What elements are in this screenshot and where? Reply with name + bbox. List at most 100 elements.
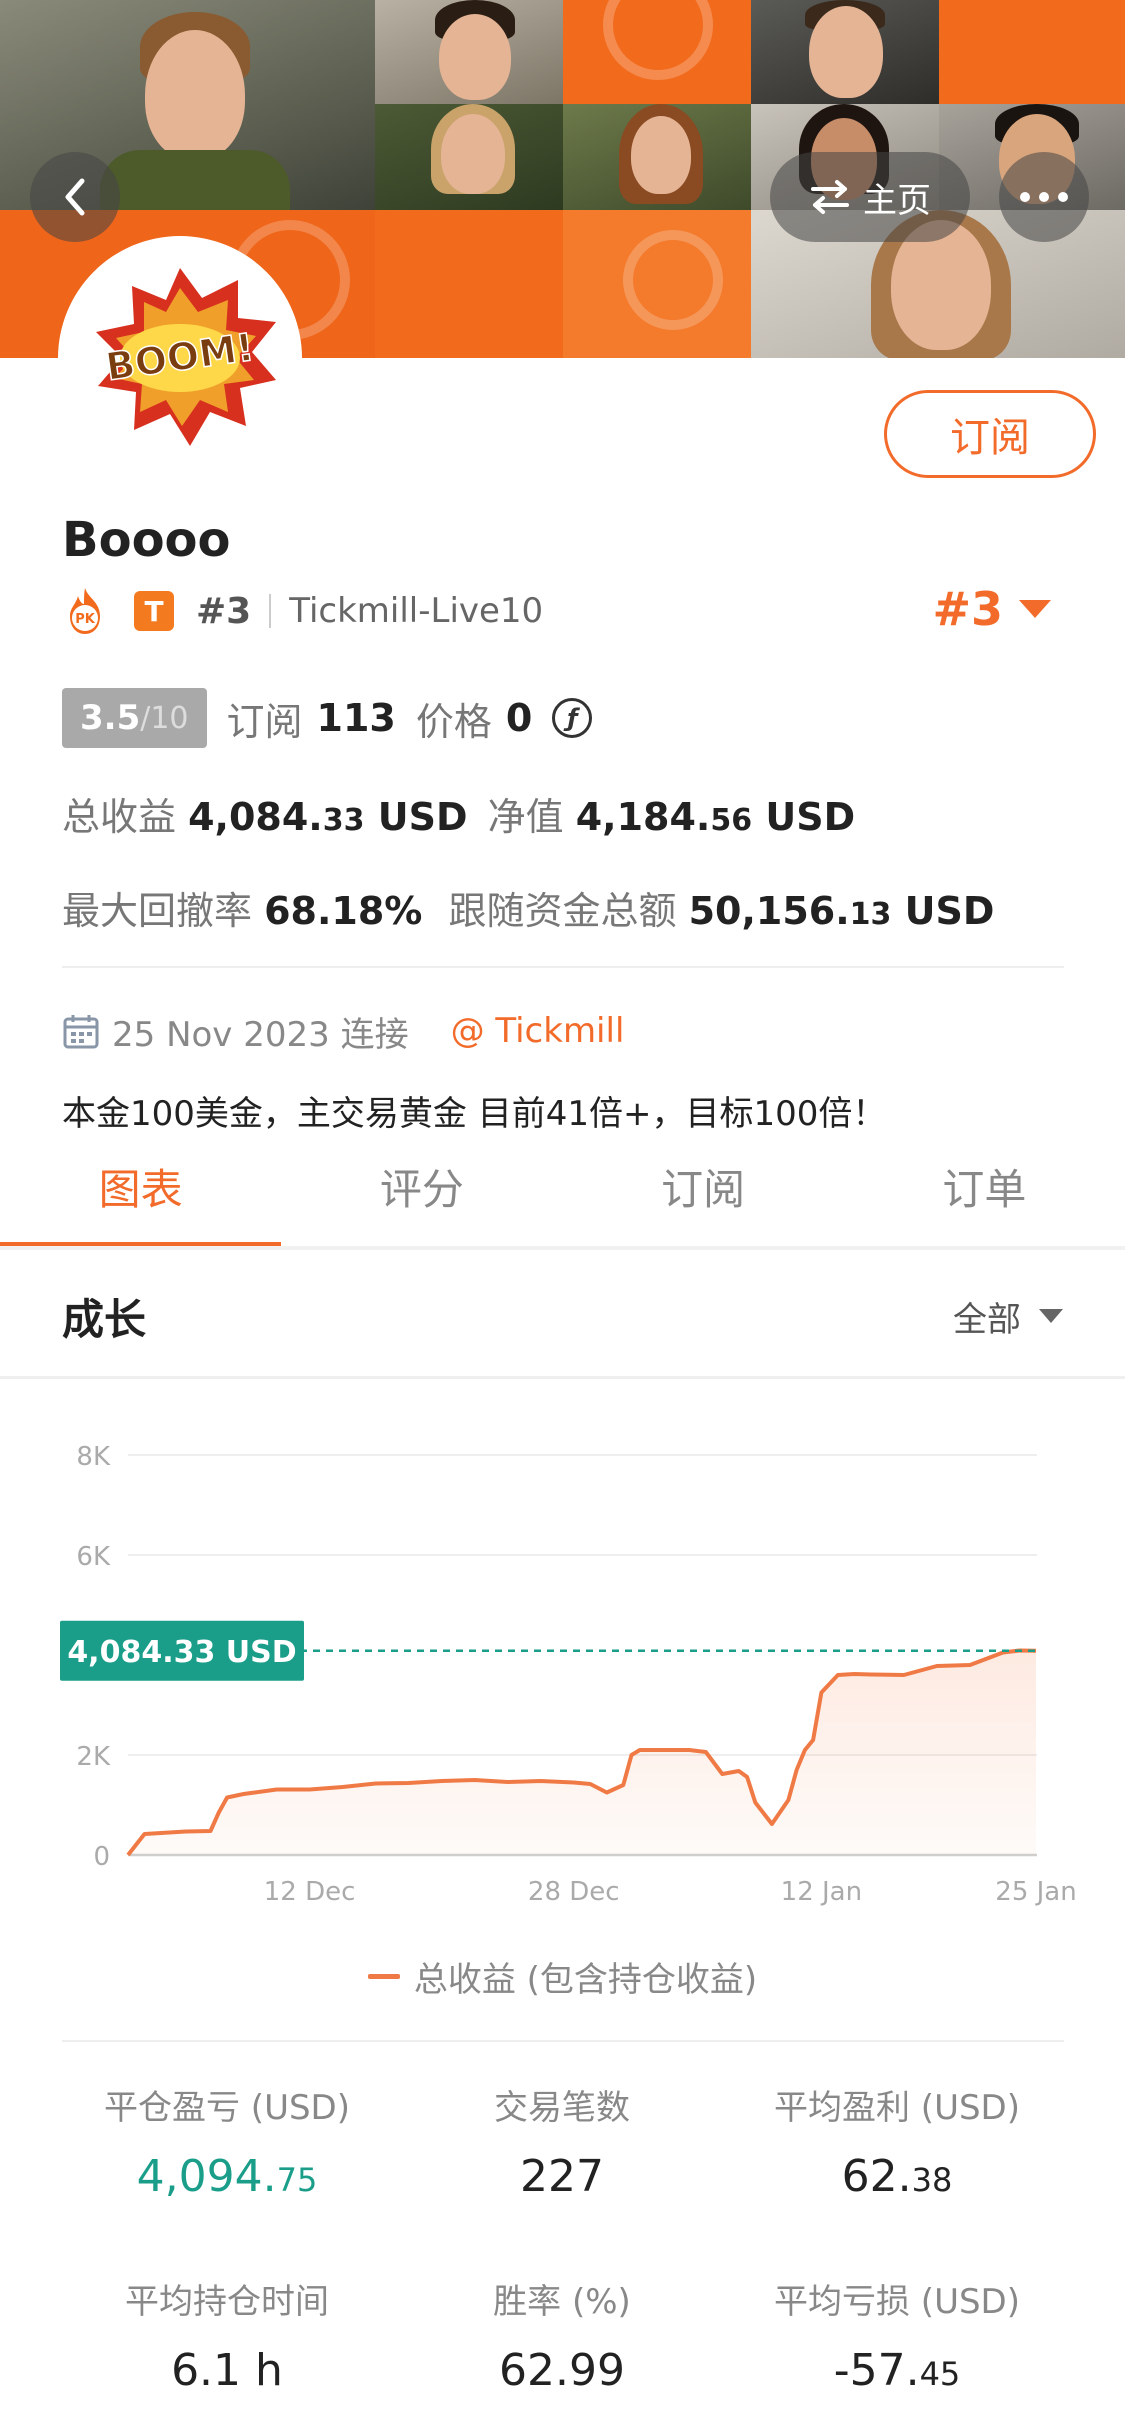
tab-rating[interactable]: 评分 [281,1150,562,1250]
follow-unit: USD [904,889,995,933]
tab-subscriptions[interactable]: 订阅 [563,1150,844,1250]
account-name: Tickmill-Live10 [289,591,544,631]
score-badge: 3.5/10 [62,688,207,748]
stat-int: 4,094. [136,2151,277,2202]
stat-value: 6.1 h [171,2345,283,2396]
profit-line: 总收益 4,084.33 USD 净值 4,184.56 USD [62,786,855,841]
stat-avg-profit: 平均盈利 (USD) 62.38 [727,2080,1067,2202]
tab-orders[interactable]: 订单 [844,1150,1125,1250]
home-label: 主页 [863,180,931,221]
stat-value: -57.45 [727,2345,1067,2396]
stat-value: 227 [520,2151,604,2202]
subs-value: 113 [316,696,396,740]
cover-photo [563,104,751,210]
section-title: 成长 [62,1294,147,1344]
follow-label: 跟随资金总额 [448,889,677,933]
cover-photo [375,0,563,104]
connection-row: 25 Nov 2023 连接 @ Tickmill [62,1006,624,1056]
range-filter[interactable]: 全部 [953,1292,1063,1341]
subscribe-button[interactable]: 订阅 [884,390,1096,478]
total-dec: 33 [322,803,365,838]
swap-icon [811,180,849,214]
tab-bar: 图表 评分 订阅 订单 [0,1150,1125,1250]
drawdown-value: 68.18% [264,889,423,933]
growth-header: 成长 全部 [0,1256,1125,1376]
total-int: 4,084. [188,795,323,839]
stat-label: 平均持仓时间 [125,2282,329,2322]
x-tick-label: 25 Jan [995,1877,1076,1907]
stat-dec: 45 [919,2355,961,2393]
series-area [128,1650,1036,1855]
divider [62,2040,1064,2042]
stat-int: -57. [833,2345,920,2396]
range-filter-label: 全部 [953,1299,1021,1340]
cover-pattern [375,210,563,358]
growth-chart[interactable]: 4,084.33 USD 0 2K 6K 8K 12 Dec 28 Dec 12 Jan 25… [0,1400,1125,1920]
score-denominator: /10 [140,700,189,736]
stat-value: 62.99 [499,2345,625,2396]
y-tick-label: 0 [93,1842,110,1872]
cover-pattern [939,0,1125,104]
net-label: 净值 [487,795,564,839]
rank-big-value: #3 [932,582,1003,636]
stat-int: 62. [841,2151,912,2202]
net-dec: 56 [710,803,753,838]
stat-label: 平均亏损 (USD) [774,2282,1020,2322]
stat-dec: 75 [276,2161,318,2199]
tab-chart[interactable]: 图表 [0,1150,282,1250]
price-label: 价格 [415,699,492,744]
tier-badge: T [134,591,174,631]
coin-icon: ƒ [552,698,593,738]
stat-label: 平仓盈亏 (USD) [104,2088,350,2128]
rank-small: #3 [196,590,252,632]
caret-down-icon [1039,1309,1063,1323]
y-tick-label: 8K [76,1442,111,1472]
stat-label: 平均盈利 (USD) [774,2088,1020,2128]
total-unit: USD [377,795,468,839]
x-tick-label: 12 Jan [781,1877,862,1907]
more-icon [1020,192,1068,202]
rank-dropdown[interactable]: #3 [932,582,1051,636]
drawdown-line: 最大回撤率 68.18% 跟随资金总额 50,156.13 USD [62,880,994,935]
cover-photo [751,0,939,104]
total-label: 总收益 [62,795,177,839]
avatar[interactable]: BOOM! [62,240,298,476]
divider [0,1376,1125,1379]
price-value: 0 [505,696,533,740]
subscribe-label: 订阅 [950,415,1030,461]
back-button[interactable] [30,152,120,242]
stat-label: 胜率 (%) [493,2282,631,2322]
follow-dec: 13 [849,897,892,932]
pk-flame-icon[interactable]: PK [62,586,108,636]
current-value-label: 4,084.33 USD [60,1620,304,1681]
net-int: 4,184. [575,795,711,839]
legend-label: 总收益 (包含持仓收益) [413,1960,758,2000]
home-button[interactable]: 主页 [770,152,970,242]
stat-label: 交易笔数 [494,2088,630,2128]
cover-pattern [563,210,751,358]
strategy-description: 本金100美金，主交易黄金 目前41倍+，目标100倍！ [62,1094,887,1134]
stats-row: 3.5/10 订阅 113 价格 0 ƒ [62,688,593,748]
stat-avg-hold: 平均持仓时间 6.1 h [57,2274,397,2396]
cover-pattern [563,0,751,104]
stat-trades: 交易笔数 227 [392,2080,732,2202]
score-value: 3.5 [80,698,141,738]
profile-name: Boooo [62,512,231,568]
connect-date: 25 Nov 2023 连接 [112,1014,409,1055]
cover-photo [375,104,563,210]
current-value-text: 4,084.33 USD [67,1635,296,1670]
net-unit: USD [765,795,856,839]
pk-label: PK [75,612,96,627]
more-button[interactable] [999,152,1089,242]
chevron-left-icon [65,178,85,216]
divider [269,594,272,628]
drawdown-label: 最大回撤率 [62,889,253,933]
y-tick-label: 2K [76,1742,111,1772]
broker-link[interactable]: @ Tickmill [451,1011,625,1051]
legend-swatch [367,1974,400,1979]
stat-win-rate: 胜率 (%) 62.99 [392,2274,732,2396]
follow-int: 50,156. [688,889,850,933]
stat-dec: 38 [911,2161,953,2199]
y-tick-label: 6K [76,1542,111,1572]
boom-avatar-image: BOOM! [62,240,298,476]
